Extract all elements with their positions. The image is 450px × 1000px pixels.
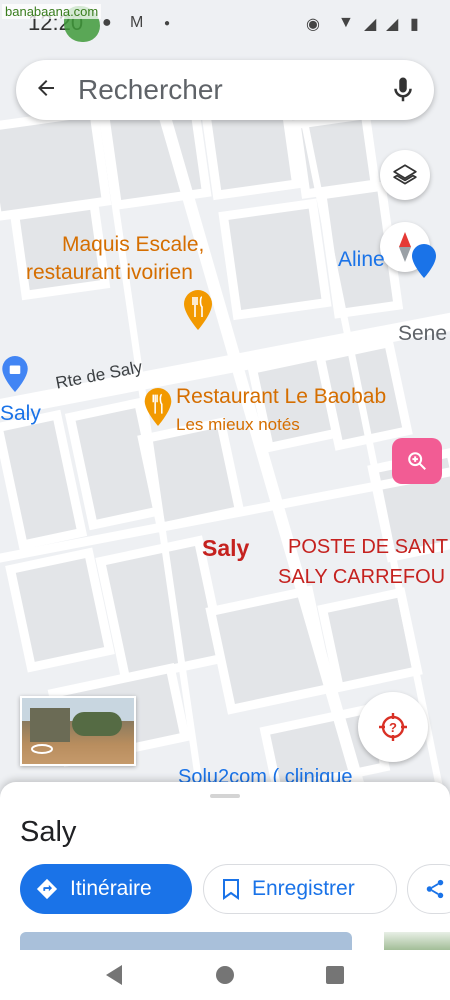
location-question-icon: ? (379, 713, 407, 741)
map-label-maquis[interactable]: Maquis Escale, (62, 232, 204, 257)
battery-icon: ▮ (410, 16, 419, 33)
bookmark-icon (223, 879, 239, 900)
search-bar[interactable]: Rechercher (16, 60, 434, 120)
home-nav-icon[interactable] (214, 964, 236, 986)
save-label: Enregistrer (252, 877, 355, 900)
street-view-360-icon (31, 744, 53, 754)
chat-icon: ● (102, 14, 112, 31)
layers-button[interactable] (380, 150, 430, 200)
directions-label: Itinéraire (70, 877, 152, 900)
map-label-baobab[interactable]: Restaurant Le Baobab (176, 384, 386, 409)
map-label-sene[interactable]: Sene (398, 322, 447, 346)
signal-icon: ◢ (386, 16, 399, 33)
restaurant-pin-icon[interactable] (144, 388, 172, 426)
signal-icon: ◢ (364, 16, 377, 33)
map-label-saly-left[interactable]: Saly (0, 402, 41, 426)
svg-text:?: ? (389, 720, 397, 735)
zoom-in-icon (408, 452, 426, 470)
zoom-search-button[interactable] (392, 438, 442, 484)
map-label-aline[interactable]: Aline (338, 248, 385, 272)
location-icon: ◉ (306, 16, 320, 33)
place-title: Saly (20, 816, 77, 848)
place-pin-icon[interactable] (412, 244, 436, 278)
directions-icon (36, 878, 58, 900)
share-button[interactable] (407, 864, 450, 914)
layers-icon (393, 164, 417, 185)
directions-button[interactable]: Itinéraire (20, 864, 192, 914)
save-button[interactable]: Enregistrer (203, 864, 397, 914)
map-label-saly-center[interactable]: Saly (202, 535, 249, 562)
map-label-poste[interactable]: POSTE DE SANT (288, 536, 448, 559)
photo-preview[interactable] (20, 932, 352, 952)
share-icon (426, 879, 444, 899)
watermark-text: banabaana.com (2, 4, 102, 19)
map-label-baobab-sub: Les mieux notés (176, 415, 300, 434)
street-view-thumbnail[interactable] (20, 696, 136, 766)
arrow-back-icon[interactable] (34, 76, 58, 105)
recents-nav-icon[interactable] (324, 964, 346, 986)
restaurant-pin-icon[interactable] (184, 290, 212, 330)
map-label-carrefour[interactable]: SALY CARREFOU (278, 566, 445, 589)
photo-preview[interactable] (384, 932, 450, 952)
shopping-pin-icon[interactable] (2, 356, 28, 392)
watermark-logo: banabaana.com (2, 2, 102, 42)
sheet-drag-handle[interactable] (210, 794, 240, 798)
my-location-button[interactable]: ? (358, 692, 428, 762)
microphone-icon[interactable] (388, 74, 418, 106)
search-input[interactable]: Rechercher (78, 74, 223, 106)
wifi-icon: ▼ (338, 14, 354, 31)
map-label-maquis-line2[interactable]: restaurant ivoirien (26, 260, 193, 285)
back-nav-icon[interactable] (104, 964, 124, 986)
gmail-icon: M (130, 14, 144, 31)
system-nav-bar (0, 950, 450, 1000)
dot-icon: ● (164, 18, 171, 29)
